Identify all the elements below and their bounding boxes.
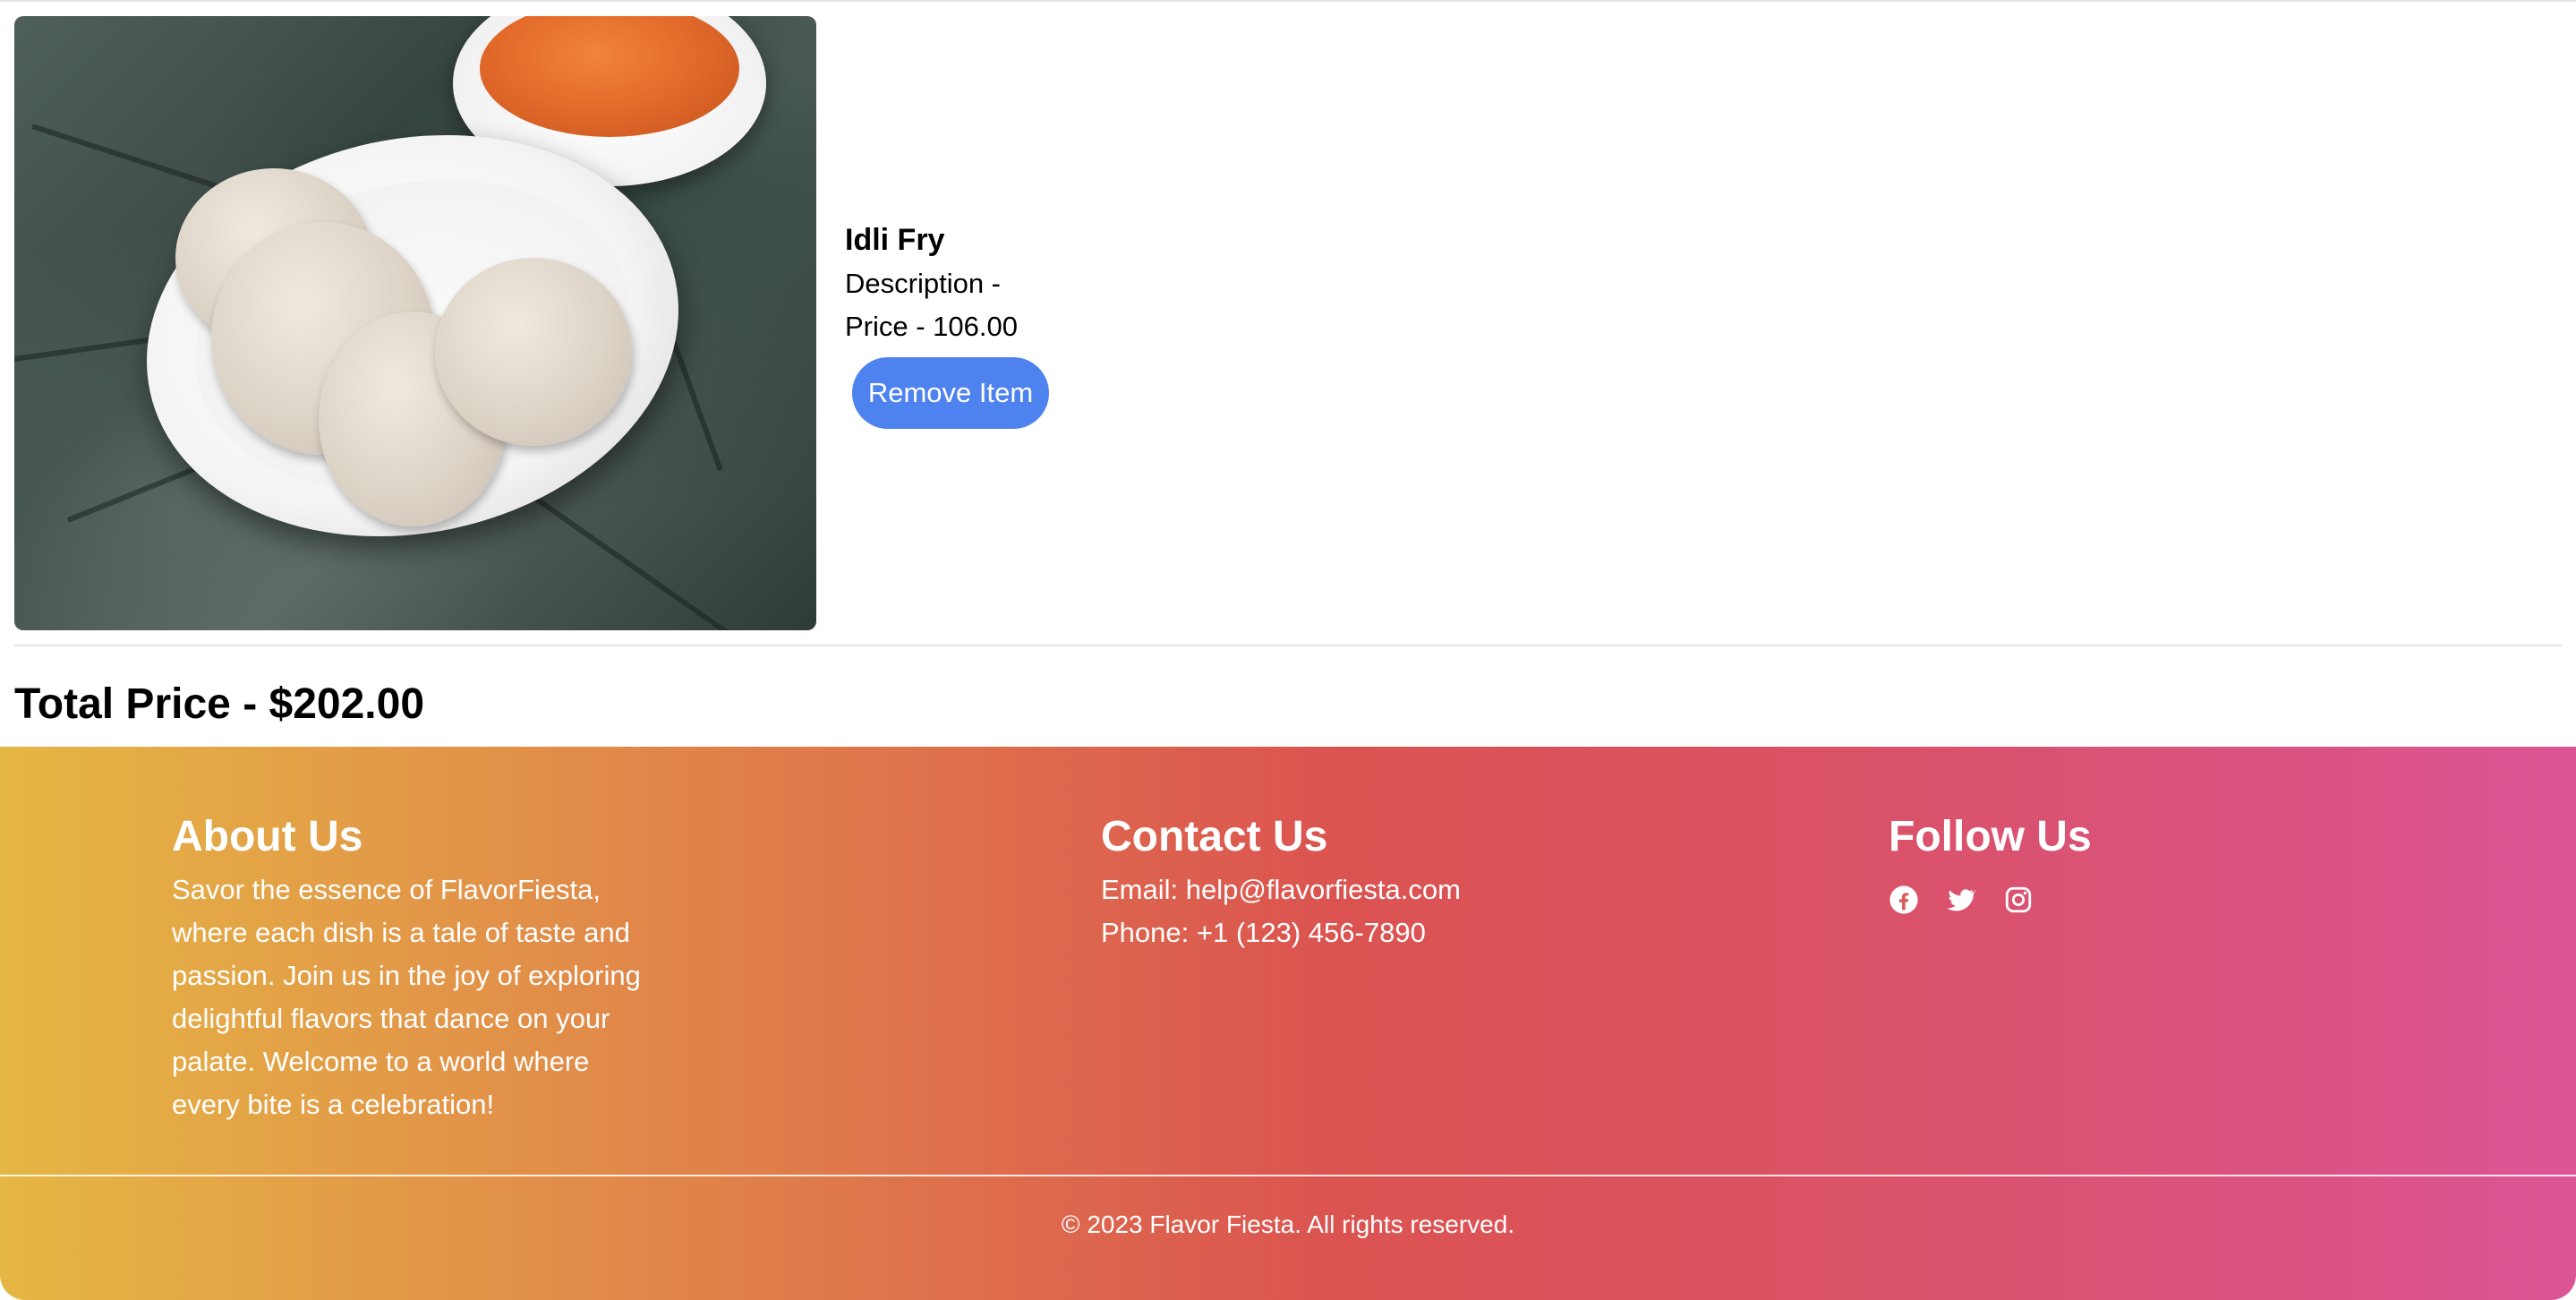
item-price: Price - 106.00 (845, 311, 1018, 342)
cart-item: Idli Fry Description - Price - 106.00 Re… (14, 16, 1049, 630)
facebook-icon[interactable] (1889, 885, 1919, 915)
about-line: where each dish is a tale of taste and (172, 917, 630, 948)
contact-heading: Contact Us (1101, 813, 1328, 860)
copyright-text: © 2023 Flavor Fiesta. All rights reserve… (1061, 1210, 1515, 1238)
cart-divider (14, 645, 2562, 646)
about-line: passion. Join us in the joy of exploring (172, 960, 641, 991)
instagram-icon[interactable] (2003, 885, 2034, 915)
footer-divider (0, 1175, 2576, 1176)
sambar (480, 16, 739, 137)
follow-heading: Follow Us (1889, 813, 2092, 860)
about-line: Savor the essence of FlavorFiesta, (172, 874, 601, 905)
item-image (14, 16, 816, 630)
site-footer: About Us Savor the essence of FlavorFies… (0, 747, 2576, 1300)
contact-section: Contact Us Email: help@flavorfiesta.com … (1101, 806, 1727, 954)
contact-phone[interactable]: Phone: +1 (123) 456-7890 (1101, 911, 1727, 954)
about-section: About Us Savor the essence of FlavorFies… (172, 806, 691, 1126)
contact-email[interactable]: Email: help@flavorfiesta.com (1101, 868, 1727, 911)
about-line: palate. Welcome to a world where (172, 1046, 590, 1077)
total-price: Total Price - $202.00 (14, 680, 425, 728)
item-details: Idli Fry Description - Price - 106.00 Re… (845, 218, 1049, 429)
remove-item-button[interactable]: Remove Item (852, 357, 1049, 429)
about-line: every bite is a celebration! (172, 1089, 495, 1120)
top-divider (0, 0, 2576, 2)
about-line: delightful flavors that dance on your (172, 1003, 610, 1034)
idli (435, 258, 632, 446)
item-description: Description - (845, 268, 1001, 299)
follow-section: Follow Us (1889, 806, 2336, 915)
marble-vein (514, 482, 781, 630)
item-name: Idli Fry (845, 223, 945, 257)
social-links (1889, 885, 2336, 915)
twitter-icon[interactable] (1946, 885, 1977, 915)
about-heading: About Us (172, 813, 363, 860)
